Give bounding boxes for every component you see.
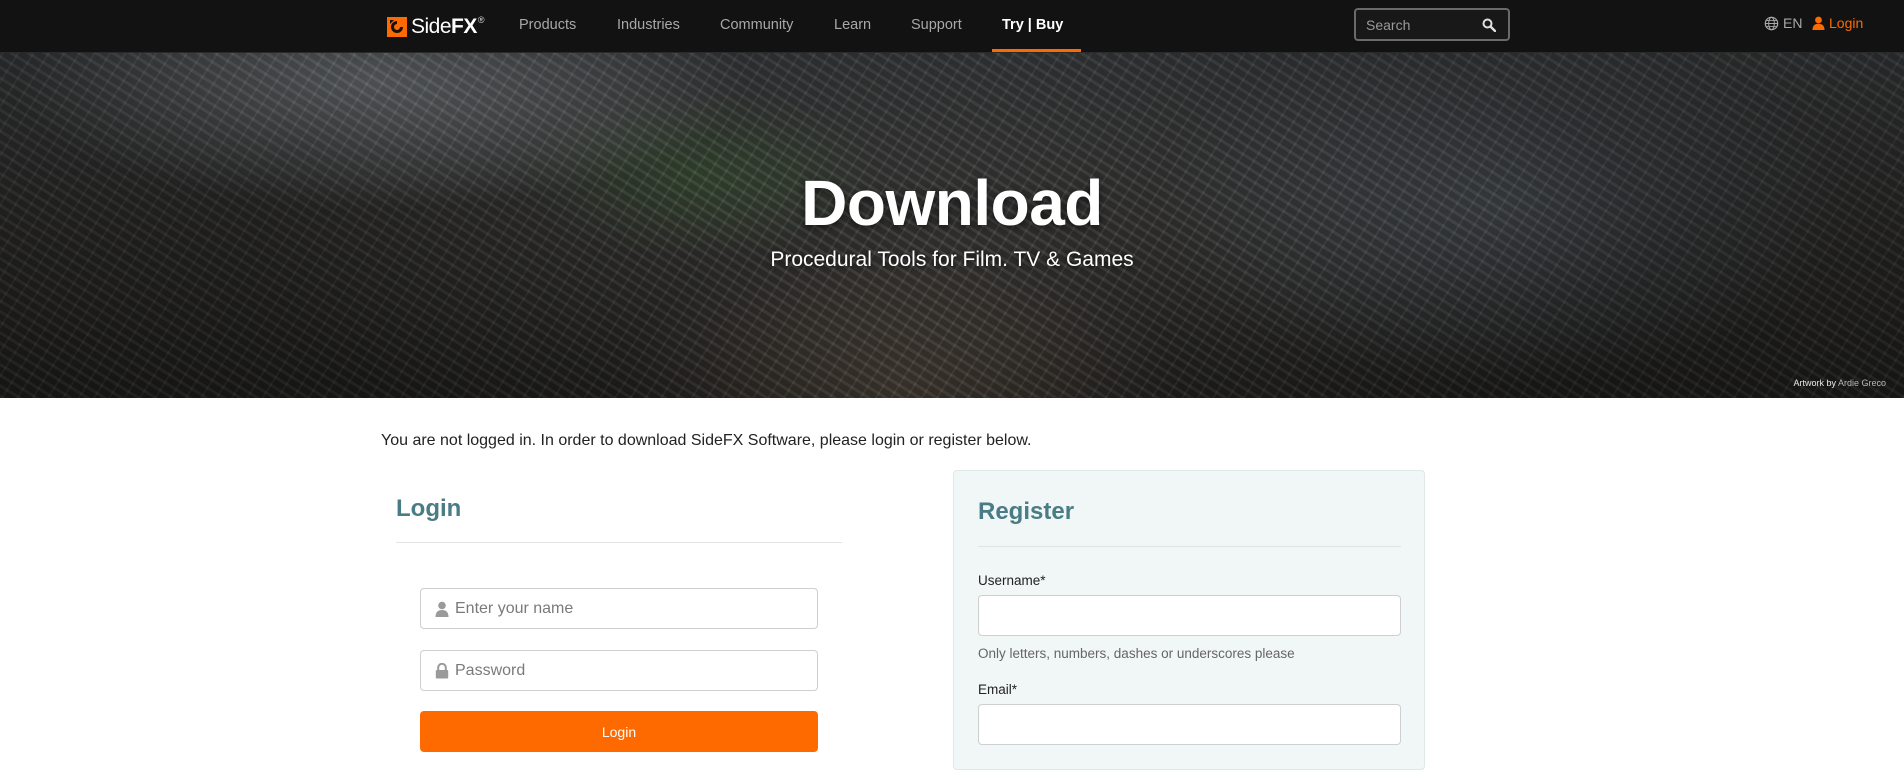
language-label: EN bbox=[1783, 15, 1803, 31]
hero-banner: Download Procedural Tools for Film. TV &… bbox=[0, 53, 1904, 398]
nav-products[interactable]: Products bbox=[519, 0, 576, 52]
logo-side: Side bbox=[411, 15, 452, 38]
search-box bbox=[1354, 8, 1510, 41]
lock-icon bbox=[435, 662, 449, 678]
username-field bbox=[420, 588, 818, 629]
nav-learn[interactable]: Learn bbox=[834, 0, 871, 52]
sidefx-logo[interactable]: SideFX® bbox=[387, 15, 485, 39]
logo-registered-mark: ® bbox=[477, 15, 485, 25]
logo-fx: FX bbox=[451, 15, 477, 38]
globe-icon bbox=[1764, 16, 1779, 30]
password-input[interactable] bbox=[449, 660, 817, 681]
user-icon bbox=[435, 601, 449, 617]
artwork-credit-artist[interactable]: Ardie Greco bbox=[1838, 378, 1886, 388]
login-divider bbox=[396, 542, 842, 543]
register-divider bbox=[978, 546, 1401, 547]
language-selector[interactable]: EN bbox=[1764, 15, 1802, 31]
register-email-label: Email* bbox=[978, 682, 1018, 697]
username-input[interactable] bbox=[449, 598, 817, 619]
hero-subtitle: Procedural Tools for Film. TV & Games bbox=[770, 248, 1134, 271]
nav-community[interactable]: Community bbox=[720, 0, 793, 52]
register-panel: Register Username* Only letters, numbers… bbox=[953, 470, 1425, 770]
artwork-credit: Artwork by Ardie Greco bbox=[1793, 378, 1886, 388]
login-notice: You are not logged in. In order to downl… bbox=[381, 432, 1032, 449]
top-navigation: SideFX® Products Industries Community Le… bbox=[0, 0, 1904, 53]
header-login-label: Login bbox=[1829, 15, 1864, 31]
register-heading: Register bbox=[978, 498, 1075, 525]
login-button[interactable]: Login bbox=[420, 711, 818, 752]
search-input[interactable] bbox=[1356, 15, 1482, 34]
login-heading: Login bbox=[396, 495, 462, 522]
page-title: Download bbox=[801, 167, 1103, 239]
password-field bbox=[420, 650, 818, 691]
header-login-link[interactable]: Login bbox=[1812, 15, 1863, 31]
sidefx-logo-icon bbox=[387, 17, 407, 37]
nav-industries[interactable]: Industries bbox=[617, 0, 680, 52]
artwork-credit-prefix: Artwork by bbox=[1793, 378, 1836, 388]
register-username-input[interactable] bbox=[978, 595, 1401, 636]
search-icon[interactable] bbox=[1482, 18, 1496, 32]
register-email-input[interactable] bbox=[978, 704, 1401, 745]
nav-support[interactable]: Support bbox=[911, 0, 962, 52]
register-username-label: Username* bbox=[978, 573, 1046, 588]
nav-try-buy[interactable]: Try | Buy bbox=[991, 0, 1082, 52]
user-icon bbox=[1812, 16, 1825, 30]
logo-wordmark: SideFX® bbox=[411, 15, 485, 39]
register-username-help: Only letters, numbers, dashes or undersc… bbox=[978, 646, 1295, 661]
